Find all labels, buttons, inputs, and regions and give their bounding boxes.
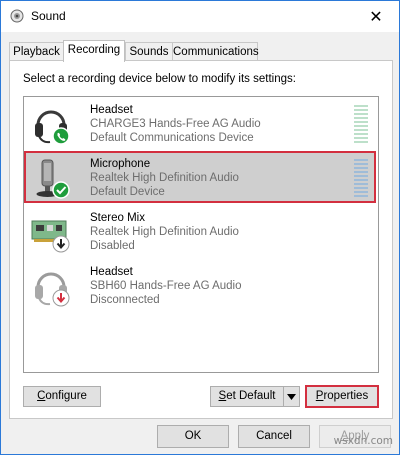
configure-label: onfigure <box>45 390 87 402</box>
title-bar: Sound ✕ <box>1 1 399 32</box>
close-button[interactable]: ✕ <box>353 1 399 32</box>
watermark-text: wsxdn.com <box>333 435 393 447</box>
configure-button[interactable]: Configure <box>23 386 101 407</box>
device-status: Disconnected <box>90 294 160 306</box>
device-list[interactable]: Headset CHARGE3 Hands-Free AG Audio Defa… <box>23 96 379 373</box>
level-meter <box>354 105 368 145</box>
instructions-text: Select a recording device below to modif… <box>23 73 296 85</box>
tab-communications[interactable]: Communications <box>172 42 259 61</box>
device-desc: Realtek High Definition Audio <box>90 172 239 184</box>
set-default-label: et Default <box>226 390 276 402</box>
device-item-headset-sbh60[interactable]: Headset SBH60 Hands-Free AG Audio Discon… <box>24 259 376 311</box>
properties-button[interactable]: Properties <box>305 385 379 408</box>
device-name: Headset <box>90 104 133 116</box>
tab-playback[interactable]: Playback <box>9 42 64 61</box>
device-status: Default Communications Device <box>90 132 254 144</box>
down-arrow-badge-icon <box>52 235 70 253</box>
tab-sounds[interactable]: Sounds <box>125 42 173 61</box>
properties-label: roperties <box>323 390 369 402</box>
device-item-microphone[interactable]: Microphone Realtek High Definition Audio… <box>24 151 376 203</box>
tab-recording[interactable]: Recording <box>63 40 125 62</box>
device-name: Stereo Mix <box>90 212 145 224</box>
headset-icon <box>35 272 70 307</box>
sound-card-icon <box>31 220 70 253</box>
cancel-button[interactable]: Cancel <box>238 425 310 448</box>
phone-badge-icon <box>52 127 70 145</box>
device-status: Default Device <box>90 186 165 198</box>
device-desc: Realtek High Definition Audio <box>90 226 239 238</box>
device-item-headset-charge3[interactable]: Headset CHARGE3 Hands-Free AG Audio Defa… <box>24 97 376 149</box>
device-status: Disabled <box>90 240 135 252</box>
speaker-icon <box>10 9 24 23</box>
chevron-down-icon <box>287 393 296 400</box>
down-arrow-badge-red-icon <box>52 289 70 307</box>
set-default-dropdown-button[interactable] <box>283 386 300 407</box>
microphone-icon <box>36 159 70 199</box>
headset-icon <box>35 110 70 145</box>
ok-button[interactable]: OK <box>157 425 229 448</box>
device-desc: SBH60 Hands-Free AG Audio <box>90 280 242 292</box>
device-name: Headset <box>90 266 133 278</box>
sound-dialog: Sound ✕ Playback Recording Sounds Commun… <box>0 0 400 455</box>
window-title: Sound <box>31 9 66 23</box>
device-name: Microphone <box>90 158 151 170</box>
level-meter <box>354 159 368 199</box>
device-item-stereo-mix[interactable]: Stereo Mix Realtek High Definition Audio… <box>24 205 376 257</box>
recording-panel: Select a recording device below to modif… <box>9 60 393 419</box>
set-default-button[interactable]: Set Default <box>210 386 284 407</box>
check-badge-icon <box>52 181 70 199</box>
device-desc: CHARGE3 Hands-Free AG Audio <box>90 118 261 130</box>
